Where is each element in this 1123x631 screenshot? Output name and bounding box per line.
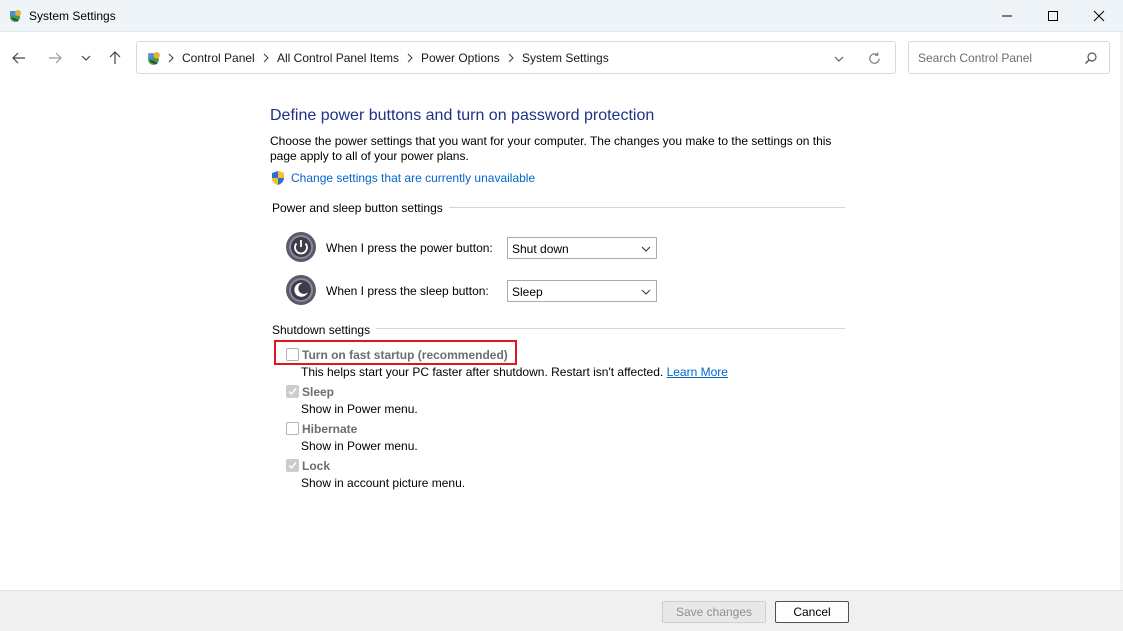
fast-startup-label: Turn on fast startup (recommended) [302,348,508,362]
lock-checkbox[interactable] [286,459,299,472]
arrow-right-icon [49,52,62,64]
navigation-bar: Control Panel All Control Panel Items Po… [0,32,1123,84]
forward-button[interactable] [45,48,65,68]
learn-more-link[interactable]: Learn More [667,365,728,379]
close-button[interactable] [1076,0,1122,32]
chevron-down-icon [641,289,651,295]
arrow-left-icon [12,52,25,64]
chevron-down-icon[interactable] [833,53,845,65]
refresh-icon[interactable] [867,51,882,66]
window-title: System Settings [29,9,116,23]
sleep-option-description: Show in Power menu. [301,402,418,416]
close-icon [1093,10,1105,22]
control-panel-icon [148,52,160,65]
sleep-button-select[interactable]: Sleep [507,280,657,302]
back-button[interactable] [9,48,29,68]
lock-option-label: Lock [302,459,331,473]
arrow-up-icon [109,51,121,64]
breadcrumb-system-settings[interactable]: System Settings [522,51,609,65]
save-changes-button[interactable]: Save changes [662,601,766,623]
sleep-button-value: Sleep [512,285,543,299]
breadcrumb-control-panel[interactable]: Control Panel [182,51,255,65]
chevron-right-icon [263,53,269,63]
fast-startup-desc-text: This helps start your PC faster after sh… [301,365,664,379]
chevron-right-icon [407,53,413,63]
cancel-button[interactable]: Cancel [775,601,849,623]
checkmark-icon [288,462,297,470]
power-button-icon [286,232,316,262]
control-panel-icon [10,10,21,22]
hibernate-option-label: Hibernate [302,422,358,436]
power-button-value: Shut down [512,242,569,256]
sleep-option-label: Sleep [302,385,335,399]
maximize-button[interactable] [1030,0,1076,32]
search-input[interactable] [910,43,1080,72]
minimize-icon [1002,15,1012,17]
fast-startup-description: This helps start your PC faster after sh… [301,365,728,379]
change-unavailable-settings-link[interactable]: Change settings that are currently unava… [291,171,535,185]
maximize-icon [1048,11,1058,21]
fast-startup-checkbox[interactable] [286,348,299,361]
title-bar: System Settings [0,0,1123,32]
minimize-button[interactable] [984,0,1030,32]
sleep-button-icon [286,275,316,305]
recent-locations-button[interactable] [76,48,96,68]
sleep-checkbox[interactable] [286,385,299,398]
main-content: Define power buttons and turn on passwor… [0,84,1123,590]
page-description: Choose the power settings that you want … [270,134,832,163]
search-box[interactable] [908,41,1110,74]
uac-shield-icon [272,171,284,185]
breadcrumb-all-items[interactable]: All Control Panel Items [277,51,399,65]
chevron-down-icon [641,246,651,252]
footer-bar: Save changes Cancel [0,590,1123,631]
search-icon[interactable] [1084,51,1098,65]
sleep-button-label: When I press the sleep button: [326,284,489,298]
chevron-right-icon [508,53,514,63]
up-button[interactable] [105,48,125,68]
hibernate-option-description: Show in Power menu. [301,439,418,453]
hibernate-checkbox[interactable] [286,422,299,435]
breadcrumb-power-options[interactable]: Power Options [421,51,500,65]
chevron-down-icon [81,55,91,61]
power-button-select[interactable]: Shut down [507,237,657,259]
power-button-label: When I press the power button: [326,241,493,255]
checkmark-icon [288,388,297,396]
lock-option-description: Show in account picture menu. [301,476,466,490]
page-title: Define power buttons and turn on passwor… [270,107,655,124]
power-section-label: Power and sleep button settings [272,201,449,215]
address-bar[interactable]: Control Panel All Control Panel Items Po… [136,41,896,74]
shutdown-section-label: Shutdown settings [272,323,377,337]
chevron-right-icon [168,53,174,63]
